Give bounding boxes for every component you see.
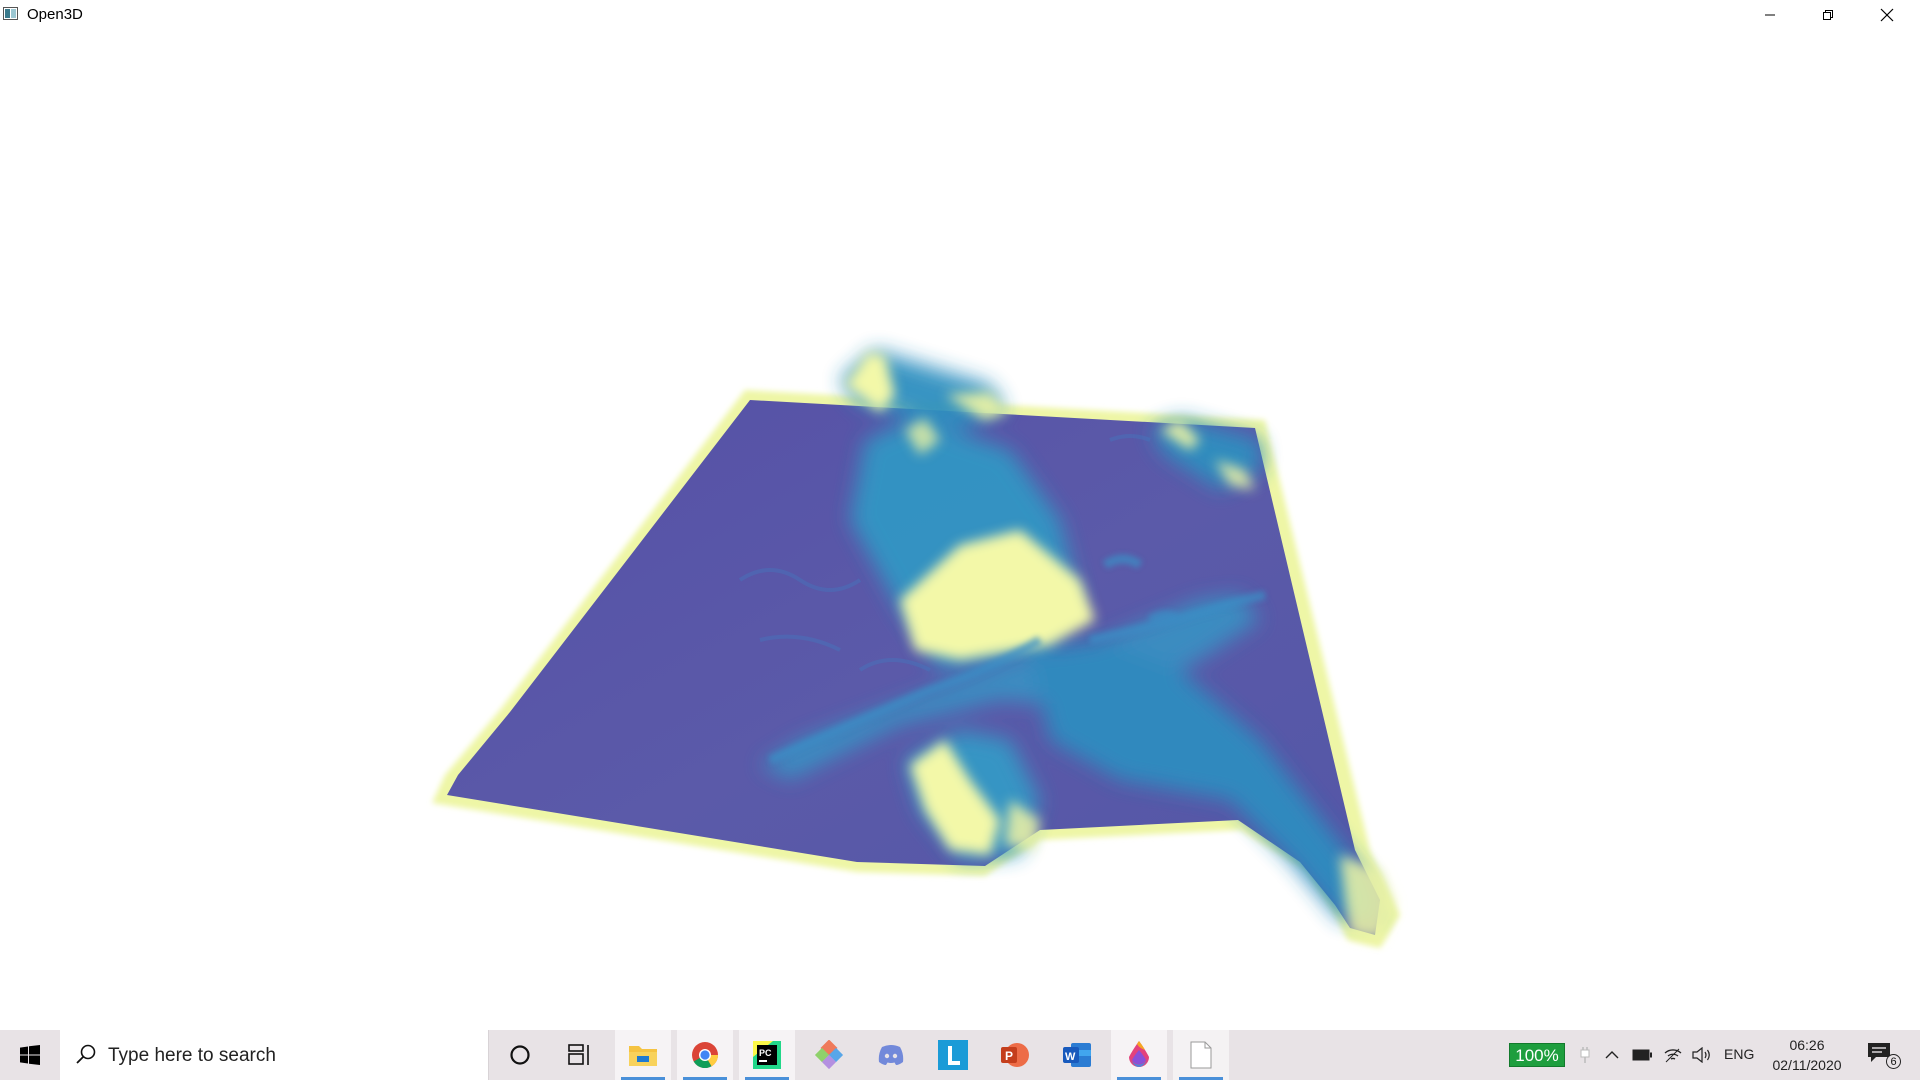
svg-text:PC: PC — [759, 1048, 772, 1058]
minimize-icon — [1765, 14, 1775, 15]
svg-text:W: W — [1065, 1051, 1076, 1063]
search-input[interactable]: Type here to search — [60, 1030, 489, 1080]
network-button[interactable] — [1660, 1043, 1686, 1067]
volume-button[interactable] — [1688, 1043, 1716, 1067]
discord-icon — [878, 1045, 904, 1065]
power-plug-icon — [1580, 1047, 1590, 1063]
pycharm-icon: PC — [753, 1041, 781, 1069]
cortana-button[interactable] — [492, 1030, 548, 1080]
chevron-up-icon — [1605, 1051, 1619, 1059]
taskbar-app-powerpoint[interactable]: P — [987, 1030, 1043, 1080]
git-icon — [814, 1040, 844, 1070]
3d-viewport[interactable] — [0, 29, 1920, 1030]
taskbar-app-document[interactable] — [1173, 1030, 1229, 1080]
start-button[interactable] — [0, 1030, 60, 1080]
taskbar-app-drop[interactable] — [1111, 1030, 1167, 1080]
clock-time: 06:26 — [1789, 1037, 1825, 1053]
clock-date: 02/11/2020 — [1772, 1057, 1842, 1073]
terrain-mesh — [432, 350, 1400, 948]
speaker-icon — [1692, 1047, 1710, 1063]
taskbar-app-discord[interactable] — [863, 1030, 919, 1080]
l-app-icon — [938, 1040, 968, 1070]
minimize-button[interactable] — [1741, 0, 1799, 29]
taskbar-app-git[interactable] — [801, 1030, 857, 1080]
power-plug-button[interactable] — [1576, 1043, 1594, 1067]
windows-start-icon — [20, 1045, 40, 1065]
wifi-icon — [1664, 1048, 1682, 1063]
show-hidden-icons-button[interactable] — [1600, 1043, 1624, 1067]
powerpoint-icon: P — [1001, 1043, 1029, 1067]
input-language[interactable]: ENG — [1724, 1046, 1754, 1062]
search-icon — [76, 1044, 96, 1064]
task-view-button[interactable] — [552, 1030, 608, 1080]
battery-percentage-badge[interactable]: 100% — [1509, 1043, 1565, 1067]
taskbar-app-word[interactable]: W — [1049, 1030, 1105, 1080]
clock[interactable]: 06:26 02/11/2020 — [1762, 1035, 1852, 1075]
taskbar-app-file-explorer[interactable] — [615, 1030, 671, 1080]
battery-button[interactable] — [1628, 1043, 1656, 1067]
notification-count-badge: 6 — [1886, 1054, 1901, 1069]
task-view-icon — [568, 1044, 589, 1065]
taskbar-app-chrome[interactable] — [677, 1030, 733, 1080]
restore-button[interactable] — [1799, 0, 1857, 29]
taskbar: Type here to search PC P W 100% ENG 06:2… — [0, 1030, 1920, 1080]
blank-document-icon — [1190, 1041, 1212, 1069]
search-placeholder: Type here to search — [108, 1045, 276, 1066]
battery-icon — [1632, 1049, 1652, 1061]
taskbar-app-pycharm[interactable]: PC — [739, 1030, 795, 1080]
window-title: Open3D — [27, 6, 83, 23]
title-bar[interactable]: Open3D — [0, 0, 1920, 29]
cortana-icon — [510, 1045, 530, 1065]
close-icon — [1880, 8, 1894, 21]
taskbar-app-l[interactable] — [925, 1030, 981, 1080]
action-center-button[interactable]: 6 — [1865, 1040, 1905, 1070]
terrain-blob-2 — [1147, 610, 1183, 624]
word-icon: W — [1063, 1043, 1091, 1067]
restore-icon — [1823, 9, 1833, 20]
open3d-app-icon — [3, 7, 18, 20]
drop-app-icon — [1129, 1041, 1149, 1067]
close-button[interactable] — [1858, 0, 1916, 29]
svg-text:P: P — [1005, 1049, 1013, 1063]
file-explorer-icon — [629, 1046, 657, 1066]
chrome-icon — [692, 1042, 719, 1069]
